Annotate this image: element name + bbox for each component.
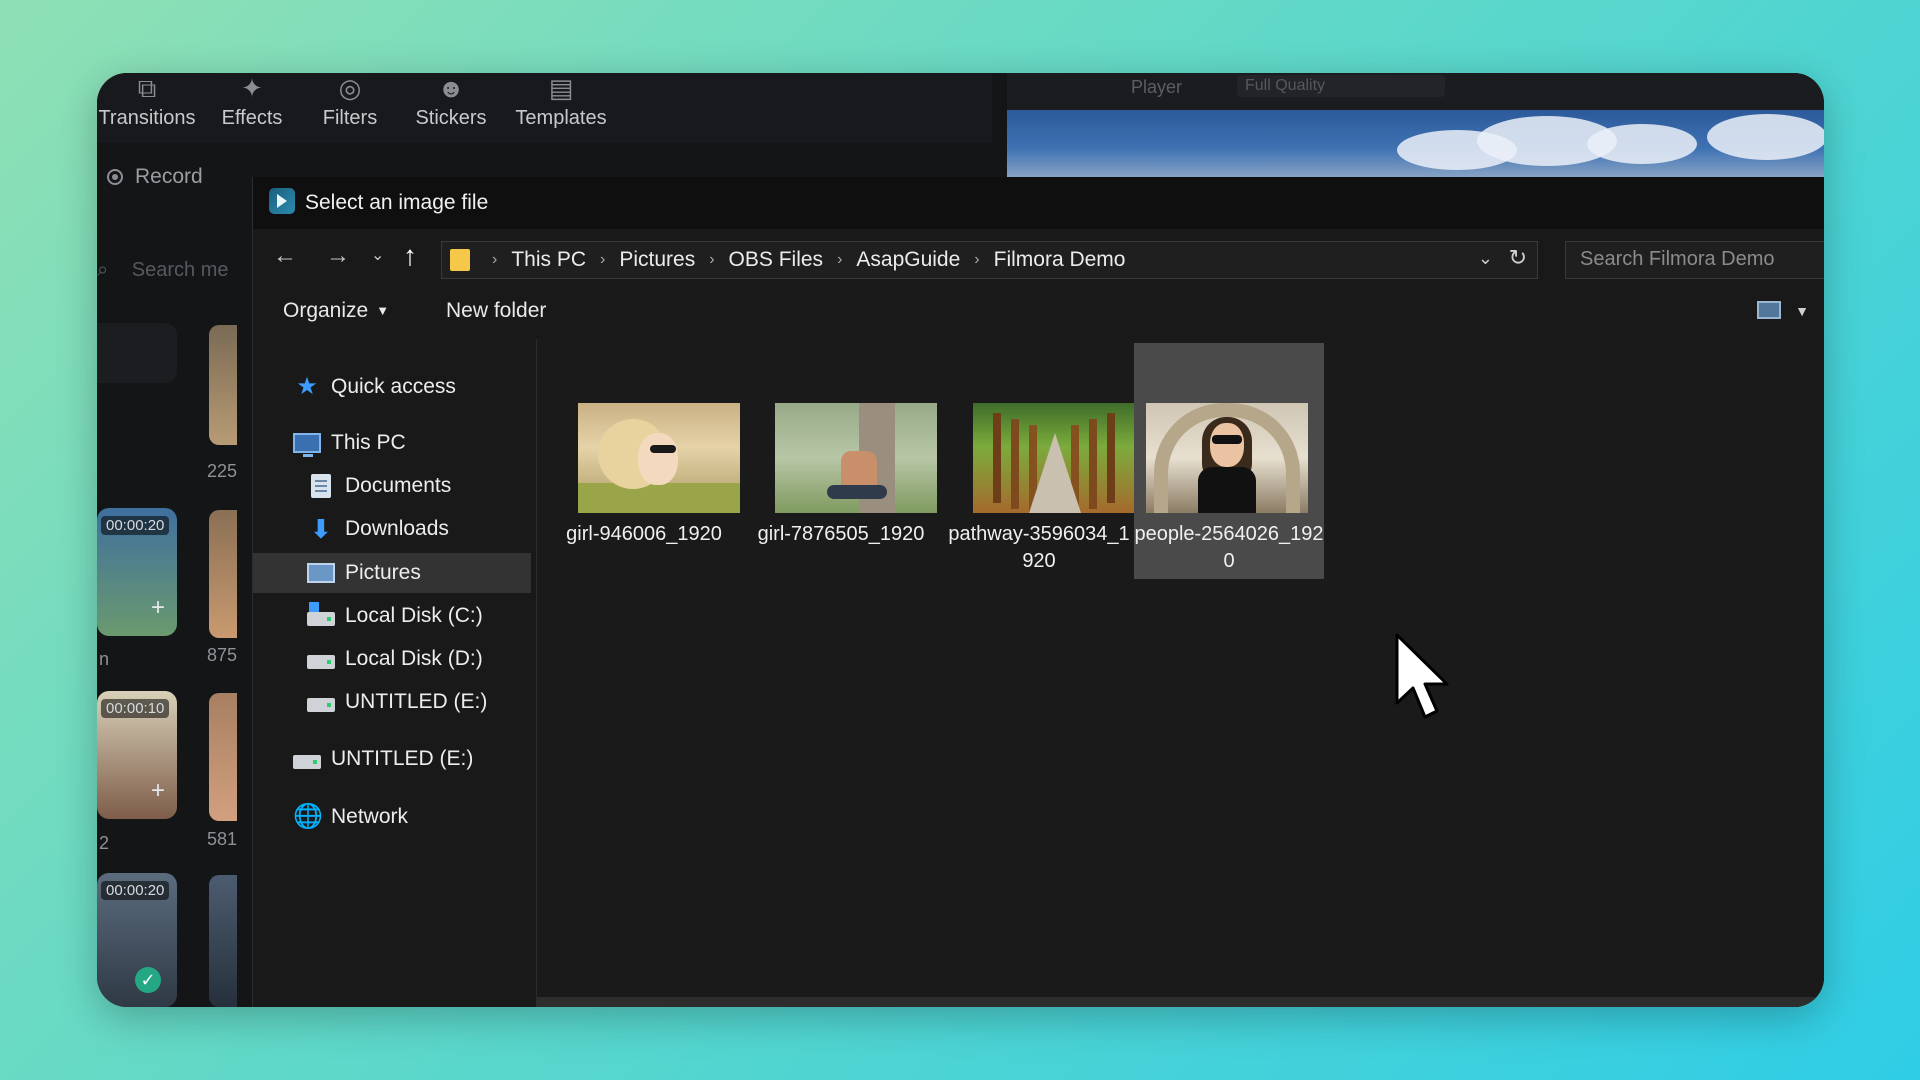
network-icon: 🌐	[293, 803, 323, 830]
view-options-caret-icon[interactable]: ▼	[1795, 303, 1809, 319]
recent-locations-chevron-icon[interactable]: ⌄	[371, 241, 384, 271]
address-history-chevron-icon[interactable]: ⌄	[1478, 248, 1493, 269]
search-icon: ⌕	[97, 259, 109, 281]
new-folder-button[interactable]: New folder	[446, 299, 546, 323]
effects-icon: ✦	[241, 73, 263, 103]
image-thumbnail	[973, 403, 1135, 513]
quality-select[interactable]: Full Quality	[1237, 75, 1445, 97]
drive-icon	[307, 655, 335, 669]
navigation-pane: ★ Quick access This PC Documents ⬇ Downl…	[253, 339, 537, 1007]
breadcrumb-item[interactable]: AsapGuide	[856, 248, 960, 272]
nav-item-network[interactable]: 🌐 Network	[253, 797, 531, 837]
nav-item-pictures[interactable]: Pictures	[253, 553, 531, 593]
folder-icon	[450, 249, 470, 271]
editor-toolbar: ⧉ Transitions ✦ Effects ◎ Filters ☻ Stic…	[97, 73, 992, 143]
file-item[interactable]: pathway-3596034_1920	[944, 343, 1135, 579]
file-name: girl-7876505_1920	[757, 523, 925, 545]
templates-icon: ▤	[548, 73, 574, 103]
tab-transitions[interactable]: ⧉ Transitions	[97, 73, 197, 130]
file-list: girl-946006_1920 girl-7876505_1920 pathw…	[537, 339, 1824, 1007]
nav-item-untitled-e-root[interactable]: UNTITLED (E:)	[253, 739, 531, 779]
documents-icon	[311, 474, 331, 498]
caret-down-icon: ▼	[376, 303, 390, 318]
dialog-title: Select an image file	[305, 191, 489, 214]
media-strip[interactable]	[209, 693, 237, 821]
computer-icon	[293, 433, 321, 457]
file-item[interactable]: girl-946006_1920	[549, 343, 740, 579]
pictures-icon	[307, 563, 335, 583]
tab-effects[interactable]: ✦ Effects	[212, 73, 292, 130]
file-item[interactable]: girl-7876505_1920	[746, 343, 937, 579]
media-strip[interactable]	[209, 875, 237, 1007]
breadcrumb-item[interactable]: OBS Files	[729, 248, 824, 272]
app-window: ⧉ Transitions ✦ Effects ◎ Filters ☻ Stic…	[97, 73, 1824, 1007]
transitions-icon: ⧉	[137, 73, 157, 103]
nav-item-documents[interactable]: Documents	[253, 466, 531, 506]
tab-filters[interactable]: ◎ Filters	[314, 73, 386, 130]
breadcrumb-item[interactable]: Filmora Demo	[994, 248, 1126, 272]
breadcrumb-item[interactable]: This PC	[511, 248, 586, 272]
check-icon: ✓	[135, 967, 161, 993]
stickers-icon: ☻	[437, 73, 465, 103]
nav-item-quick-access[interactable]: ★ Quick access	[253, 367, 531, 407]
forward-arrow-icon[interactable]: →	[326, 241, 350, 271]
record-icon	[107, 169, 123, 185]
nav-item-local-disk-c[interactable]: Local Disk (C:)	[253, 596, 531, 636]
address-bar[interactable]: › This PC › Pictures › OBS Files › AsapG…	[441, 241, 1538, 279]
drive-icon	[293, 755, 321, 769]
file-name: girl-946006_1920	[566, 523, 722, 545]
star-icon: ★	[296, 373, 318, 400]
command-bar: Organize ▼ New folder ▼	[253, 285, 1824, 339]
media-card[interactable]: 00:00:20 +	[97, 508, 177, 636]
file-name: pathway-3596034_1920	[948, 523, 1130, 572]
horizontal-scrollbar[interactable]	[537, 997, 1824, 1007]
media-strip[interactable]	[209, 510, 237, 638]
add-icon[interactable]: +	[151, 777, 165, 805]
nav-item-this-pc[interactable]: This PC	[253, 423, 531, 463]
address-bar-row: ← → ⌄ ↑ › This PC › Pictures › OBS Files…	[253, 229, 1824, 285]
change-view-icon[interactable]	[1757, 301, 1781, 319]
file-item-selected[interactable]: people-2564026_1920	[1134, 343, 1324, 579]
breadcrumb-item[interactable]: Pictures	[619, 248, 695, 272]
media-card[interactable]	[97, 323, 177, 383]
media-search[interactable]: ⌕ Search me	[97, 259, 228, 282]
drive-icon	[307, 602, 335, 626]
search-box[interactable]	[1565, 241, 1824, 279]
breadcrumb: › This PC › Pictures › OBS Files › AsapG…	[492, 248, 1126, 272]
image-thumbnail	[1146, 403, 1308, 513]
downloads-icon: ⬇	[310, 514, 332, 544]
filmora-app-icon	[269, 188, 295, 214]
back-arrow-icon[interactable]: ←	[273, 241, 297, 271]
file-open-dialog: Select an image file ← → ⌄ ↑ › This PC ›…	[252, 177, 1824, 1007]
nav-item-downloads[interactable]: ⬇ Downloads	[253, 509, 531, 549]
record-button[interactable]: Record	[107, 165, 203, 189]
up-arrow-icon[interactable]: ↑	[403, 241, 417, 271]
search-input[interactable]	[1566, 242, 1820, 276]
player-header: Player Full Quality	[1007, 73, 1824, 113]
add-icon[interactable]: +	[151, 594, 165, 622]
dialog-titlebar: Select an image file	[253, 177, 1824, 229]
player-preview	[1007, 110, 1824, 180]
nav-item-untitled-e[interactable]: UNTITLED (E:)	[253, 682, 531, 722]
refresh-icon[interactable]: ↻	[1509, 245, 1527, 271]
media-card[interactable]: 00:00:10 +	[97, 691, 177, 819]
media-strip[interactable]	[209, 325, 237, 445]
mouse-pointer-icon	[1395, 633, 1449, 719]
media-card[interactable]: 00:00:20 ✓	[97, 873, 177, 1007]
organize-button[interactable]: Organize ▼	[283, 299, 389, 323]
drive-icon	[307, 698, 335, 712]
player-label: Player	[1131, 77, 1183, 97]
nav-item-local-disk-d[interactable]: Local Disk (D:)	[253, 639, 531, 679]
tab-stickers[interactable]: ☻ Stickers	[406, 73, 496, 130]
image-thumbnail	[775, 403, 937, 513]
tab-templates[interactable]: ▤ Templates	[511, 73, 611, 130]
filters-icon: ◎	[338, 73, 362, 103]
image-thumbnail	[578, 403, 740, 513]
file-name: people-2564026_1920	[1134, 523, 1324, 572]
